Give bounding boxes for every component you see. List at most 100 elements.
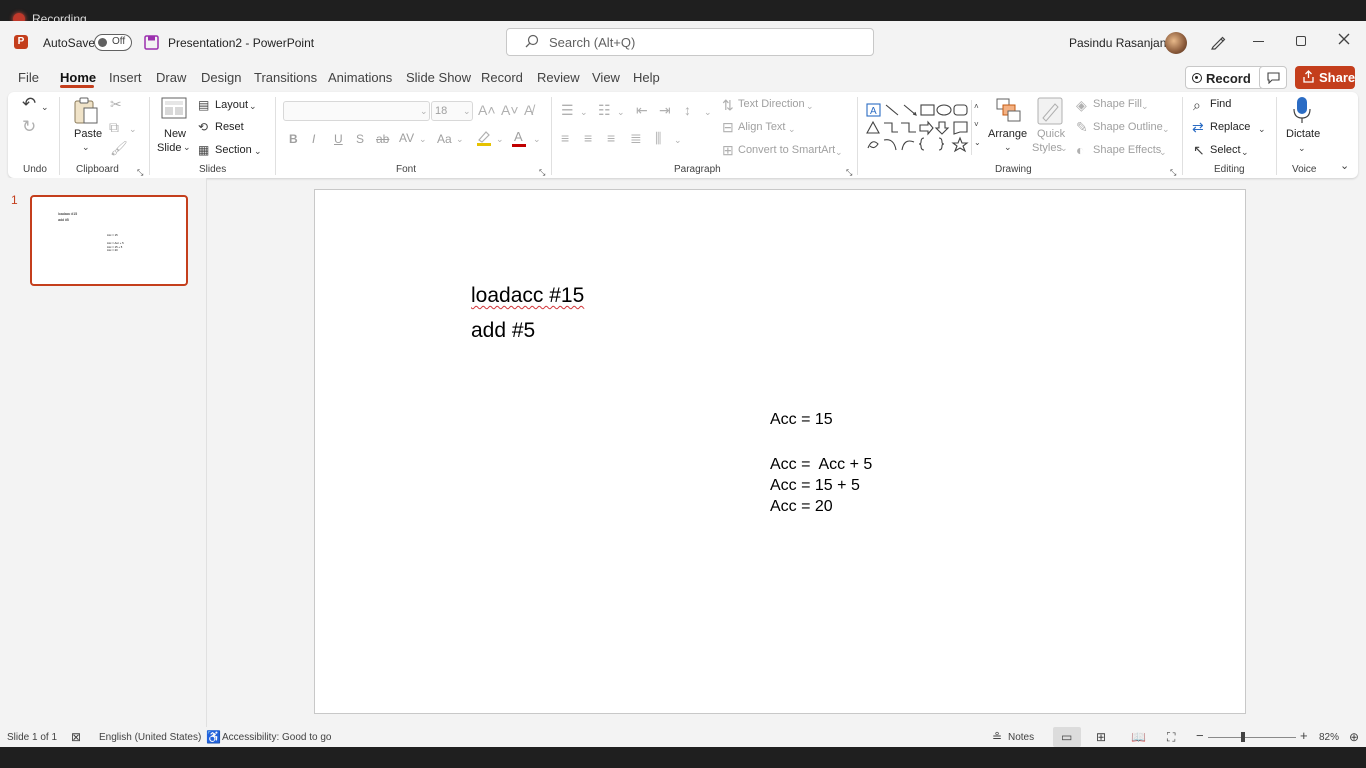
minimize-button[interactable]	[1253, 41, 1264, 42]
copy-dropdown-icon[interactable]: ⌄	[129, 122, 137, 136]
zoom-slider-thumb[interactable]	[1241, 732, 1245, 742]
slide-text-loadacc[interactable]: loadacc #15	[471, 284, 584, 308]
increase-indent-icon[interactable]: ⇥	[659, 103, 671, 117]
align-text-button[interactable]: Align Text	[738, 121, 786, 133]
case-dropdown-icon[interactable]: ⌄	[456, 132, 464, 146]
tab-transitions[interactable]: Transitions	[254, 70, 317, 85]
shape-fill-dropdown-icon[interactable]: ⌄	[1141, 99, 1149, 113]
accessibility-status[interactable]: Accessibility: Good to go	[222, 732, 332, 743]
decrease-font-icon[interactable]: A˅	[501, 103, 519, 117]
font-name-box[interactable]: ⌄	[283, 101, 430, 121]
slide-sorter-icon[interactable]: ⊞	[1096, 730, 1106, 744]
avatar[interactable]	[1165, 32, 1187, 54]
numbering-dropdown-icon[interactable]: ⌄	[617, 105, 625, 119]
copy-icon[interactable]: ⧉	[109, 120, 119, 134]
italic-button[interactable]: I	[312, 132, 315, 146]
convert-smartart-button[interactable]: Convert to SmartArt	[738, 144, 835, 156]
section-button[interactable]: Section	[215, 144, 252, 156]
align-right-icon[interactable]: ≡	[607, 131, 615, 145]
layout-button[interactable]: Layout	[215, 99, 248, 111]
slide-text-acc-20[interactable]: Acc = 20	[770, 498, 833, 516]
new-slide-icon[interactable]	[161, 97, 187, 121]
notes-button[interactable]: Notes	[1008, 732, 1034, 743]
autosave-toggle[interactable]: Off	[94, 34, 132, 51]
reset-button[interactable]: Reset	[215, 121, 244, 133]
select-button[interactable]: Select	[1210, 144, 1241, 156]
slide-thumbnail[interactable]: loadacc #15 add #5 Acc = 15 Acc = Acc + …	[30, 195, 188, 286]
underline-button[interactable]: U	[334, 132, 343, 146]
dictate-icon[interactable]	[1293, 96, 1311, 124]
align-left-icon[interactable]: ≡	[561, 131, 569, 145]
find-button[interactable]: Find	[1210, 98, 1231, 110]
shape-outline-button[interactable]: Shape Outline	[1093, 121, 1163, 133]
arrange-dropdown-icon[interactable]: ⌄	[1004, 140, 1012, 154]
replace-dropdown-icon[interactable]: ⌄	[1258, 122, 1266, 136]
fit-to-window-icon[interactable]: ⊕	[1349, 730, 1359, 744]
quick-styles-icon[interactable]	[1037, 97, 1063, 125]
tab-slide-show[interactable]: Slide Show	[406, 70, 471, 85]
slideshow-icon[interactable]: ⛶	[1167, 730, 1175, 744]
undo-icon[interactable]: ↶	[22, 95, 36, 112]
smartart-dropdown-icon[interactable]: ⌄	[835, 145, 843, 159]
font-color-button[interactable]: A	[514, 129, 523, 144]
highlight-color-icon[interactable]	[476, 129, 492, 146]
close-button[interactable]	[1338, 33, 1350, 45]
tab-file[interactable]: File	[18, 70, 39, 85]
comments-button[interactable]	[1259, 66, 1287, 89]
replace-button[interactable]: Replace	[1210, 121, 1250, 133]
tab-view[interactable]: View	[592, 70, 620, 85]
dictate-label[interactable]: Dictate	[1286, 128, 1320, 140]
shape-fill-button[interactable]: Shape Fill	[1093, 98, 1142, 110]
tab-insert[interactable]: Insert	[109, 70, 142, 85]
tab-review[interactable]: Review	[537, 70, 580, 85]
shapes-gallery[interactable]: A	[866, 102, 970, 154]
gallery-more-icon[interactable]: ⌄	[974, 136, 981, 150]
columns-dropdown-icon[interactable]: ⌄	[674, 133, 682, 147]
zoom-slider[interactable]	[1208, 737, 1296, 738]
tab-help[interactable]: Help	[633, 70, 660, 85]
shadow-button[interactable]: S	[356, 132, 364, 146]
tab-home[interactable]: Home	[60, 70, 96, 85]
ribbon-collapse-icon[interactable]: ⌄	[1340, 159, 1349, 173]
arrange-label[interactable]: Arrange	[988, 128, 1027, 140]
zoom-level[interactable]: 82%	[1319, 732, 1339, 743]
record-button[interactable]: Record	[1185, 66, 1265, 89]
new-slide-dropdown-icon[interactable]: ⌄	[183, 140, 191, 154]
slide-text-add[interactable]: add #5	[471, 319, 535, 343]
undo-dropdown-icon[interactable]: ⌄	[41, 100, 49, 114]
quick-styles-dropdown-icon[interactable]: ⌄	[1060, 141, 1068, 155]
tab-animations[interactable]: Animations	[328, 70, 392, 85]
highlight-dropdown-icon[interactable]: ⌄	[496, 132, 504, 146]
paste-dropdown-icon[interactable]: ⌄	[82, 140, 90, 154]
increase-font-icon[interactable]: A˄	[478, 103, 496, 117]
shape-outline-dropdown-icon[interactable]: ⌄	[1162, 122, 1170, 136]
numbering-icon[interactable]: ☷	[598, 103, 611, 117]
language[interactable]: English (United States)	[99, 732, 201, 743]
redo-icon[interactable]: ↻	[22, 118, 36, 135]
cut-icon[interactable]: ✂	[110, 97, 122, 111]
slide-text-15-plus-5[interactable]: Acc = 15 + 5	[770, 477, 860, 495]
new-slide-label-1[interactable]: New	[164, 128, 186, 140]
font-color-dropdown-icon[interactable]: ⌄	[533, 132, 541, 146]
tab-draw[interactable]: Draw	[156, 70, 186, 85]
zoom-out-icon[interactable]: −	[1196, 729, 1204, 743]
format-painter-icon[interactable]: 🖌	[110, 141, 128, 155]
select-dropdown-icon[interactable]: ⌄	[1241, 145, 1249, 159]
save-icon[interactable]	[144, 35, 159, 50]
align-center-icon[interactable]: ≡	[584, 131, 592, 145]
paragraph-launcher-icon[interactable]: ⤡	[846, 166, 852, 180]
zoom-in-icon[interactable]: +	[1300, 729, 1308, 743]
bold-button[interactable]: B	[289, 132, 298, 146]
font-launcher-icon[interactable]: ⤡	[539, 166, 545, 180]
shape-effects-dropdown-icon[interactable]: ⌄	[1159, 145, 1167, 159]
bullets-icon[interactable]: ☰	[561, 103, 574, 117]
tab-design[interactable]: Design	[201, 70, 241, 85]
line-spacing-dropdown-icon[interactable]: ⌄	[704, 105, 712, 119]
paste-label[interactable]: Paste	[74, 128, 102, 140]
spelling-check-icon[interactable]: ⊠	[71, 730, 81, 744]
gallery-down-icon[interactable]: ˅	[974, 118, 979, 132]
layout-dropdown-icon[interactable]: ⌄	[249, 99, 257, 113]
text-direction-button[interactable]: Text Direction	[738, 98, 805, 110]
slide-canvas[interactable]: loadacc #15 add #5 Acc = 15 Acc = Acc + …	[314, 189, 1246, 714]
user-name[interactable]: Pasindu Rasanjana	[1069, 36, 1173, 50]
